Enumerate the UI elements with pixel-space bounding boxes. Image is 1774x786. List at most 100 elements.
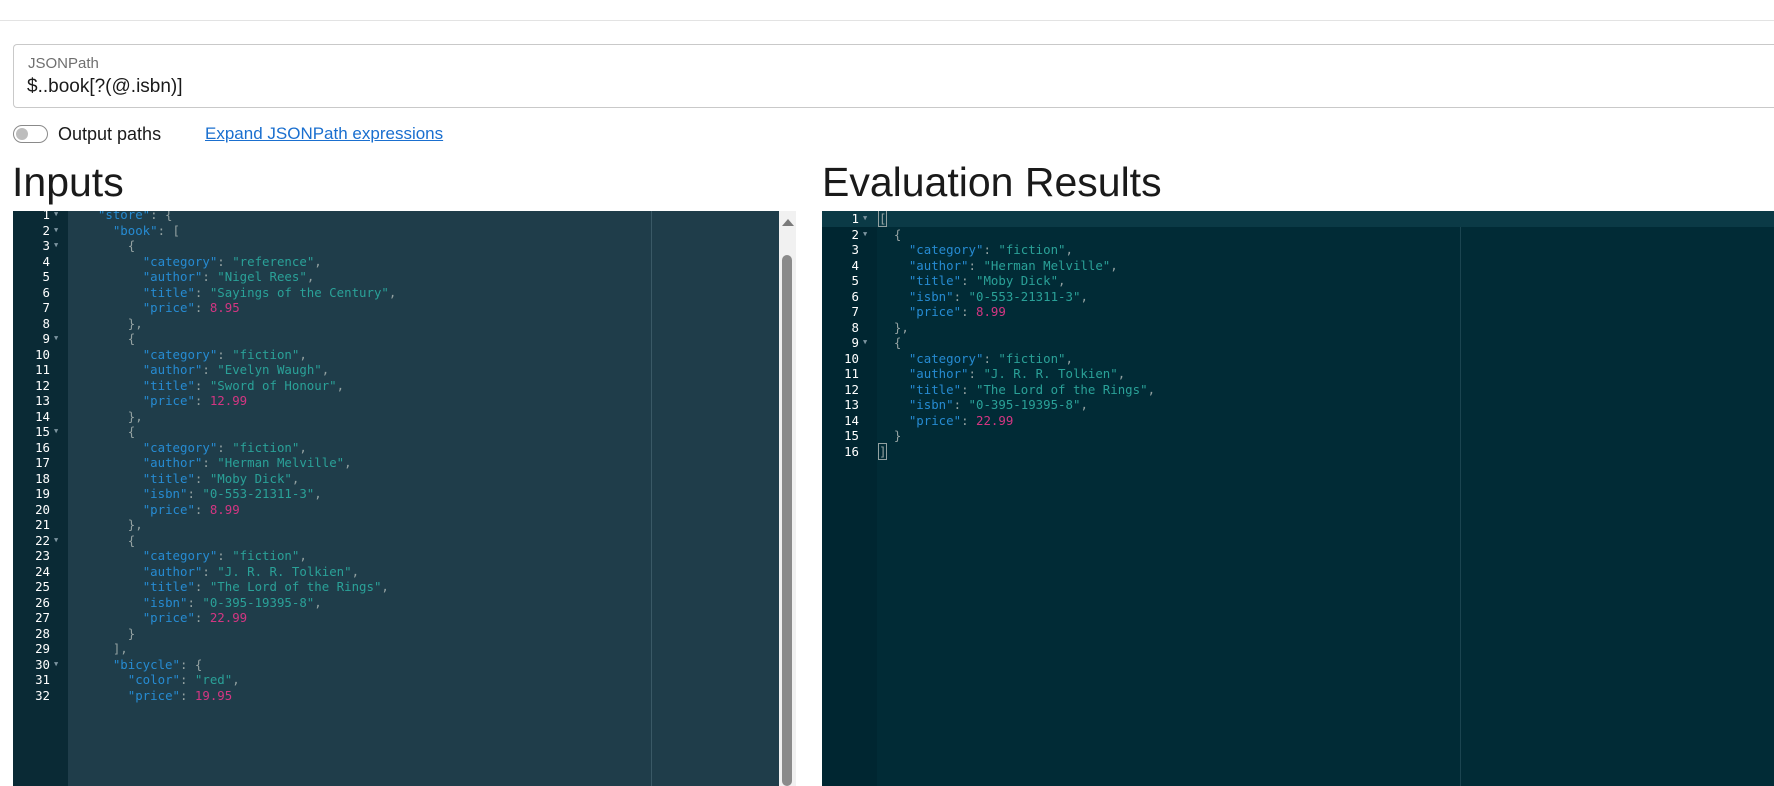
json-punctuation: : <box>187 486 203 501</box>
code-line[interactable]: 1 ▼ [ <box>822 211 1774 227</box>
json-key: "author" <box>142 563 203 579</box>
code-line[interactable]: 2 ▼ { <box>822 227 1774 243</box>
code-line[interactable]: 26 "isbn": "0-395-19395-8", <box>13 595 779 611</box>
code-line[interactable]: 3 ▼ { <box>13 238 779 254</box>
json-punctuation: , <box>314 594 322 610</box>
json-punctuation: , <box>388 284 397 300</box>
code-line[interactable]: 4 "category": "reference", <box>13 254 779 270</box>
json-punctuation: { <box>83 331 136 346</box>
output-paths-toggle[interactable] <box>13 125 48 143</box>
code-text: "title": "The Lord of the Rings", <box>877 382 1155 398</box>
line-number: 12 <box>844 381 859 397</box>
code-line[interactable]: 28 } <box>13 626 779 642</box>
input-editor[interactable]: 1 ▼ "store": {2 ▼ "book": [3 ▼ {4 "category… <box>13 211 779 786</box>
json-string: "Moby Dick" <box>975 273 1059 288</box>
jsonpath-input[interactable] <box>27 75 1727 99</box>
code-line[interactable]: 20 "price": 8.99 <box>13 502 779 518</box>
line-number: 11 <box>35 362 50 377</box>
line-number: 13 <box>35 393 50 408</box>
json-punctuation: : <box>961 381 976 397</box>
fold-arrow-icon[interactable]: ▼ <box>54 238 58 254</box>
code-text: "category": "fiction", <box>83 440 307 456</box>
line-number: 30 <box>35 656 50 672</box>
json-punctuation: : <box>194 610 210 625</box>
code-line[interactable]: 11 "author": "Evelyn Waugh", <box>13 362 779 378</box>
code-line[interactable]: 14 "price": 22.99 <box>822 413 1774 429</box>
code-line[interactable]: 10 "category": "fiction", <box>13 347 779 363</box>
code-text: [ <box>877 211 888 227</box>
code-text: "color": "red", <box>83 672 240 688</box>
code-line[interactable]: 32 "price": 19.95 <box>13 688 779 704</box>
code-line[interactable]: 16 "category": "fiction", <box>13 440 779 456</box>
toggle-knob <box>16 128 28 140</box>
fold-arrow-icon[interactable]: ▼ <box>54 211 58 223</box>
code-line[interactable]: 13 "price": 12.99 <box>13 393 779 409</box>
code-line[interactable]: 31 "color": "red", <box>13 672 779 688</box>
code-line[interactable]: 30 ▼ "bicycle": { <box>13 657 779 673</box>
fold-arrow-icon[interactable]: ▼ <box>863 335 867 351</box>
json-punctuation: , <box>351 563 360 579</box>
code-line[interactable]: 10 "category": "fiction", <box>822 351 1774 367</box>
code-line[interactable]: 3 "category": "fiction", <box>822 242 1774 258</box>
json-punctuation <box>83 211 98 222</box>
code-line[interactable]: 4 "author": "Herman Melville", <box>822 258 1774 274</box>
code-line[interactable]: 15 ▼ { <box>13 424 779 440</box>
code-line[interactable]: 25 "title": "The Lord of the Rings", <box>13 579 779 595</box>
line-number: 22 <box>35 532 50 548</box>
fold-arrow-icon[interactable]: ▼ <box>54 331 58 347</box>
json-punctuation <box>879 273 909 288</box>
code-line[interactable]: 2 ▼ "book": [ <box>13 223 779 239</box>
code-line[interactable]: 5 "title": "Moby Dick", <box>822 273 1774 289</box>
line-number: 5 <box>851 273 859 288</box>
line-number: 20 <box>35 501 50 517</box>
json-punctuation: : <box>194 393 210 408</box>
code-line[interactable]: 12 "title": "Sword of Honour", <box>13 378 779 394</box>
code-line[interactable]: 6 "title": "Sayings of the Century", <box>13 285 779 301</box>
code-line[interactable]: 17 "author": "Herman Melville", <box>13 455 779 471</box>
fold-arrow-icon[interactable]: ▼ <box>54 533 58 549</box>
scrollbar-thumb[interactable] <box>782 255 792 786</box>
code-line[interactable]: 15 } <box>822 428 1774 444</box>
code-line[interactable]: 21 }, <box>13 517 779 533</box>
code-line[interactable]: 9 ▼ { <box>13 331 779 347</box>
fold-arrow-icon[interactable]: ▼ <box>863 227 867 243</box>
code-line[interactable]: 22 ▼ { <box>13 533 779 549</box>
json-punctuation <box>879 351 909 366</box>
expand-jsonpath-link[interactable]: Expand JSONPath expressions <box>205 124 443 144</box>
code-text: "author": "J. R. R. Tolkien", <box>83 564 359 580</box>
code-line[interactable]: 16] <box>822 442 1774 460</box>
fold-arrow-icon[interactable]: ▼ <box>54 424 58 440</box>
code-line[interactable]: 9 ▼ { <box>822 335 1774 351</box>
line-number: 19 <box>35 486 50 501</box>
code-line[interactable]: 19 "isbn": "0-553-21311-3", <box>13 486 779 502</box>
json-punctuation <box>83 285 143 300</box>
code-line[interactable]: 13 "isbn": "0-395-19395-8", <box>822 397 1774 413</box>
code-text: { <box>877 335 901 351</box>
json-punctuation <box>83 378 143 393</box>
code-line[interactable]: 7 "price": 8.99 <box>822 304 1774 320</box>
code-line[interactable]: 1 ▼ "store": { <box>13 211 779 223</box>
code-line[interactable]: 23 "category": "fiction", <box>13 548 779 564</box>
line-number: 4 <box>851 257 859 273</box>
code-line[interactable]: 24 "author": "J. R. R. Tolkien", <box>13 564 779 580</box>
code-line[interactable]: 14 }, <box>13 409 779 425</box>
code-line[interactable]: 11 "author": "J. R. R. Tolkien", <box>822 366 1774 382</box>
code-line[interactable]: 5 "author": "Nigel Rees", <box>13 269 779 285</box>
results-editor[interactable]: 1 ▼[2 ▼ {3 "category": "fiction", 4 "author… <box>822 211 1774 786</box>
fold-arrow-icon[interactable]: ▼ <box>863 211 867 227</box>
code-line[interactable]: 27 "price": 22.99 <box>13 610 779 626</box>
line-number: 12 <box>35 377 50 393</box>
code-line[interactable]: 7 "price": 8.95 <box>13 300 779 316</box>
code-line[interactable]: 12 "title": "The Lord of the Rings", <box>822 382 1774 398</box>
code-line[interactable]: 8 }, <box>13 316 779 332</box>
input-scrollbar[interactable] <box>779 211 796 786</box>
code-line[interactable]: 29 ], <box>13 641 779 657</box>
code-line[interactable]: 8 }, <box>822 320 1774 336</box>
scroll-up-icon[interactable] <box>782 219 794 226</box>
code-line[interactable]: 6 "isbn": "0-553-21311-3", <box>822 289 1774 305</box>
code-line[interactable]: 18 "title": "Moby Dick", <box>13 471 779 487</box>
jsonpath-field[interactable]: JSONPath <box>13 44 1774 108</box>
fold-arrow-icon[interactable]: ▼ <box>54 223 58 239</box>
fold-arrow-icon[interactable]: ▼ <box>54 657 58 673</box>
json-string: "The Lord of the Rings" <box>975 381 1148 397</box>
